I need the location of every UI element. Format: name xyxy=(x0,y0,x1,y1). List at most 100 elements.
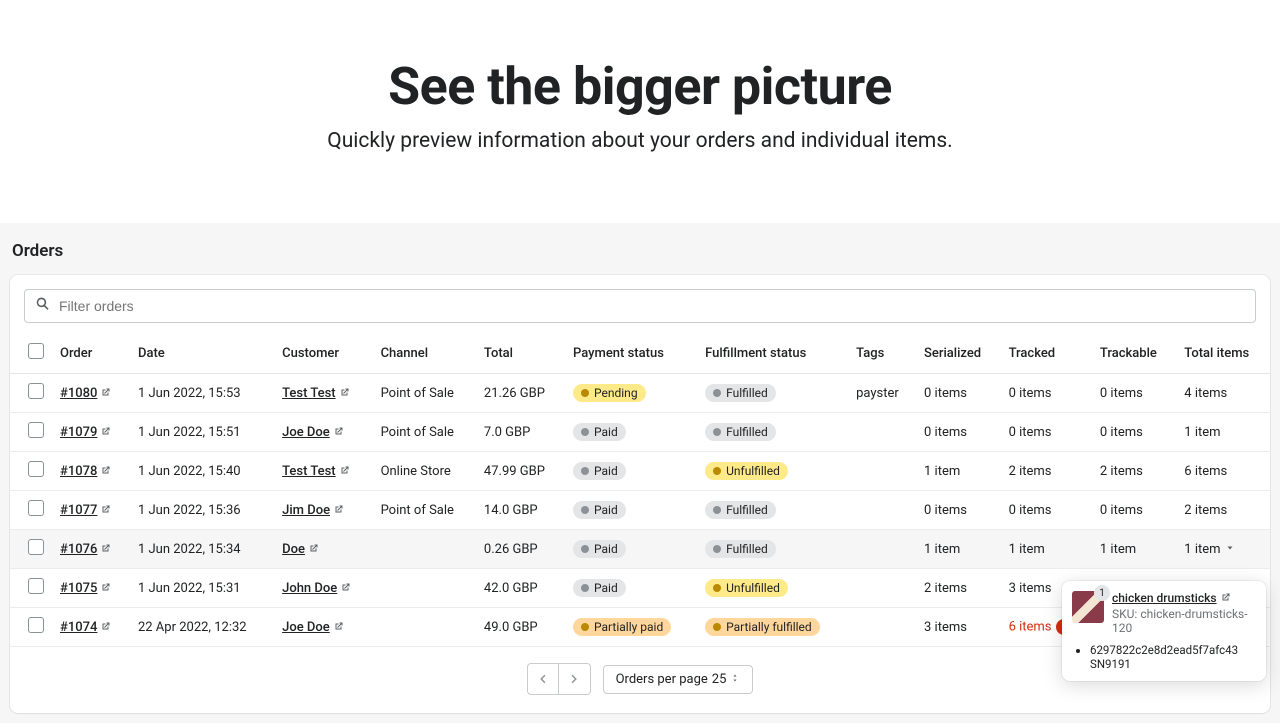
order-tracked: 1 item xyxy=(1001,530,1092,569)
prev-page-button[interactable] xyxy=(527,663,559,695)
row-checkbox[interactable] xyxy=(28,539,44,555)
customer-link[interactable]: Test Test xyxy=(282,464,336,479)
order-total: 0.26 GBP xyxy=(476,530,565,569)
col-channel[interactable]: Channel xyxy=(373,333,476,374)
order-date: 1 Jun 2022, 15:40 xyxy=(130,452,274,491)
order-channel xyxy=(373,530,476,569)
customer-link[interactable]: Joe Doe xyxy=(282,425,330,440)
col-tracked[interactable]: Tracked xyxy=(1001,333,1092,374)
external-link-icon xyxy=(101,581,111,591)
customer-link[interactable]: Test Test xyxy=(282,386,336,401)
order-total-items: 1 item xyxy=(1176,530,1270,569)
order-serialized: 3 items xyxy=(916,608,1001,647)
order-total: 7.0 GBP xyxy=(476,413,565,452)
col-payment[interactable]: Payment status xyxy=(565,333,697,374)
order-channel xyxy=(373,608,476,647)
order-total: 47.99 GBP xyxy=(476,452,565,491)
order-link[interactable]: #1077 xyxy=(60,503,97,518)
order-date: 1 Jun 2022, 15:31 xyxy=(130,569,274,608)
per-page-select[interactable]: Orders per page 25 xyxy=(603,665,754,694)
order-tags xyxy=(848,530,916,569)
table-row[interactable]: #10791 Jun 2022, 15:51Joe DoePoint of Sa… xyxy=(10,413,1270,452)
customer-link[interactable]: Doe xyxy=(282,542,305,557)
order-total-items: 4 items xyxy=(1176,374,1270,413)
order-trackable: 0 items xyxy=(1092,374,1176,413)
row-checkbox[interactable] xyxy=(28,500,44,516)
col-total[interactable]: Total xyxy=(476,333,565,374)
orders-panel: Orders Order Date Customer Channel Total… xyxy=(0,223,1280,723)
col-tags[interactable]: Tags xyxy=(848,333,916,374)
payment-status-badge: Paid xyxy=(573,579,626,597)
external-link-icon xyxy=(1221,591,1231,601)
table-row[interactable]: #10771 Jun 2022, 15:36Jim DoePoint of Sa… xyxy=(10,491,1270,530)
order-link[interactable]: #1075 xyxy=(60,581,97,596)
order-total-items: 2 items xyxy=(1176,491,1270,530)
external-link-icon xyxy=(101,464,111,474)
search-input[interactable] xyxy=(59,298,1245,314)
order-total-items: 6 items xyxy=(1176,452,1270,491)
order-link[interactable]: #1078 xyxy=(60,464,97,479)
item-name-link[interactable]: chicken drumsticks xyxy=(1112,591,1231,605)
order-link[interactable]: #1076 xyxy=(60,542,97,557)
col-customer[interactable]: Customer xyxy=(274,333,372,374)
col-trackable[interactable]: Trackable xyxy=(1092,333,1176,374)
col-serialized[interactable]: Serialized xyxy=(916,333,1001,374)
search-field[interactable] xyxy=(24,289,1256,323)
external-link-icon xyxy=(101,503,111,513)
order-channel xyxy=(373,569,476,608)
order-serialized: 0 items xyxy=(916,491,1001,530)
order-link[interactable]: #1080 xyxy=(60,386,97,401)
item-preview-popover: 1 chicken drumsticks SKU: chicken-drumst… xyxy=(1062,581,1266,681)
row-checkbox[interactable] xyxy=(28,422,44,438)
row-checkbox[interactable] xyxy=(28,578,44,594)
order-link[interactable]: #1074 xyxy=(60,620,97,635)
order-date: 1 Jun 2022, 15:51 xyxy=(130,413,274,452)
order-date: 22 Apr 2022, 12:32 xyxy=(130,608,274,647)
order-serialized: 0 items xyxy=(916,413,1001,452)
order-link[interactable]: #1079 xyxy=(60,425,97,440)
col-order[interactable]: Order xyxy=(52,333,130,374)
section-title: Orders xyxy=(12,241,1270,261)
table-row[interactable]: #10801 Jun 2022, 15:53Test TestPoint of … xyxy=(10,374,1270,413)
order-serialized: 2 items xyxy=(916,569,1001,608)
external-link-icon xyxy=(101,620,111,630)
order-tracked: 2 items xyxy=(1001,452,1092,491)
next-page-button[interactable] xyxy=(559,663,591,695)
customer-link[interactable]: Joe Doe xyxy=(282,620,330,635)
item-qty-badge: 1 xyxy=(1094,585,1110,601)
row-checkbox[interactable] xyxy=(28,383,44,399)
col-total-items[interactable]: Total items xyxy=(1176,333,1270,374)
per-page-value: 25 xyxy=(712,672,727,687)
row-checkbox[interactable] xyxy=(28,461,44,477)
order-total-items: 1 item xyxy=(1176,413,1270,452)
fulfillment-status-badge: Unfulfilled xyxy=(705,462,788,480)
order-tags xyxy=(848,608,916,647)
payment-status-badge: Paid xyxy=(573,462,626,480)
order-total: 21.26 GBP xyxy=(476,374,565,413)
external-link-icon xyxy=(334,503,344,513)
row-checkbox[interactable] xyxy=(28,617,44,633)
table-row[interactable]: #10781 Jun 2022, 15:40Test TestOnline St… xyxy=(10,452,1270,491)
order-tags xyxy=(848,569,916,608)
col-date[interactable]: Date xyxy=(130,333,274,374)
item-sn: SN9191 xyxy=(1090,657,1256,671)
order-tags: payster xyxy=(848,374,916,413)
order-tracked: 0 items xyxy=(1001,491,1092,530)
customer-link[interactable]: John Doe xyxy=(282,581,337,596)
order-trackable: 0 items xyxy=(1092,413,1176,452)
pager xyxy=(527,663,591,695)
col-fulfillment[interactable]: Fulfillment status xyxy=(697,333,848,374)
order-tags xyxy=(848,413,916,452)
hero-title: See the bigger picture xyxy=(20,56,1260,117)
external-link-icon xyxy=(334,620,344,630)
customer-link[interactable]: Jim Doe xyxy=(282,503,330,518)
select-all-checkbox[interactable] xyxy=(28,343,44,359)
order-tracked: 0 items xyxy=(1001,374,1092,413)
order-date: 1 Jun 2022, 15:36 xyxy=(130,491,274,530)
order-serialized: 1 item xyxy=(916,530,1001,569)
table-row[interactable]: #10761 Jun 2022, 15:34Doe0.26 GBPPaidFul… xyxy=(10,530,1270,569)
sort-icon xyxy=(730,672,740,687)
payment-status-badge: Pending xyxy=(573,384,646,402)
order-total: 42.0 GBP xyxy=(476,569,565,608)
payment-status-badge: Partially paid xyxy=(573,618,671,636)
